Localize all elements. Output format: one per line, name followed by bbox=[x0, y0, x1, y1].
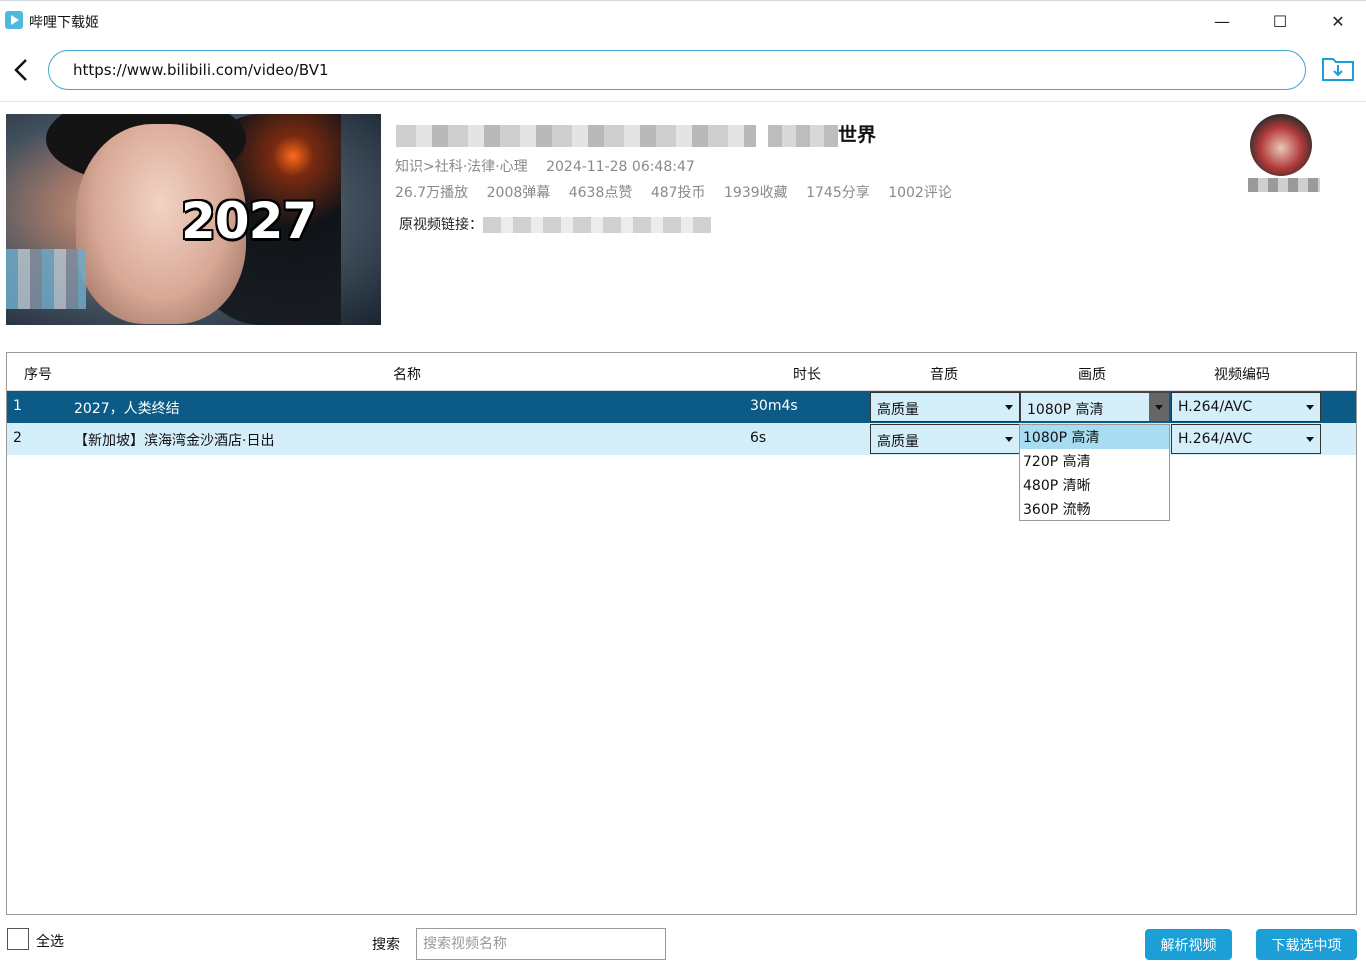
chevron-down-icon bbox=[1306, 405, 1314, 410]
video-quality-select[interactable]: 1080P 高清 bbox=[1020, 392, 1170, 422]
window-title: 哔哩下载姬 bbox=[29, 15, 99, 31]
minimize-button[interactable]: — bbox=[1204, 7, 1240, 35]
table-row[interactable]: 1 2027，人类终结 30m4s 高质量 1080P 高清 H.264/AVC bbox=[7, 391, 1356, 423]
video-quality-dropdown: 1080P 高清 720P 高清 480P 清晰 360P 流畅 bbox=[1019, 424, 1170, 521]
close-button[interactable]: ✕ bbox=[1320, 7, 1356, 35]
chevron-down-icon bbox=[1005, 437, 1013, 442]
row-index: 1 bbox=[13, 398, 22, 414]
video-thumbnail: 2027 bbox=[6, 114, 381, 325]
stat-comments: 1002评论 bbox=[888, 185, 952, 201]
quality-option-360p[interactable]: 360P 流畅 bbox=[1020, 497, 1169, 521]
header-index[interactable]: 序号 bbox=[24, 364, 52, 384]
app-logo-icon bbox=[5, 11, 23, 29]
source-link-url[interactable] bbox=[483, 217, 711, 233]
header-audio-quality[interactable]: 音质 bbox=[930, 364, 958, 384]
quality-option-720p[interactable]: 720P 高清 bbox=[1020, 449, 1169, 473]
audio-quality-select[interactable]: 高质量 bbox=[870, 392, 1020, 422]
search-label: 搜索 bbox=[372, 937, 400, 953]
row-name: 【新加坡】滨海湾金沙酒店·日出 bbox=[74, 433, 275, 449]
url-bar bbox=[0, 44, 1366, 102]
back-arrow-icon[interactable] bbox=[10, 56, 34, 84]
video-stats: 26.7万播放 2008弹幕 4638点赞 487投币 1939收藏 1745分… bbox=[395, 182, 966, 202]
download-selected-button[interactable]: 下载选中项 bbox=[1256, 929, 1357, 960]
codec-select[interactable]: H.264/AVC bbox=[1171, 424, 1321, 454]
footer-bar: 全选 搜索 解析视频 下载选中项 bbox=[0, 920, 1366, 965]
stat-danmaku: 2008弹幕 bbox=[486, 185, 551, 201]
chevron-down-icon bbox=[1306, 437, 1314, 442]
codec-select[interactable]: H.264/AVC bbox=[1171, 392, 1321, 422]
uploader-avatar[interactable] bbox=[1250, 114, 1312, 176]
video-title: 世界 bbox=[396, 120, 876, 147]
select-all-label[interactable]: 全选 bbox=[36, 931, 64, 951]
quality-option-480p[interactable]: 480P 清晰 bbox=[1020, 473, 1169, 497]
header-video-quality[interactable]: 画质 bbox=[1078, 364, 1106, 384]
header-codec[interactable]: 视频编码 bbox=[1214, 364, 1270, 384]
chevron-down-icon bbox=[1005, 405, 1013, 410]
video-category: 知识>社科·法律·心理 bbox=[395, 159, 528, 175]
download-folder-icon[interactable] bbox=[1321, 53, 1355, 83]
header-duration[interactable]: 时长 bbox=[793, 364, 821, 384]
uploader-name[interactable] bbox=[1248, 178, 1320, 192]
parse-video-button[interactable]: 解析视频 bbox=[1145, 929, 1232, 960]
chevron-down-icon[interactable] bbox=[1149, 393, 1169, 421]
stat-coins: 487投币 bbox=[650, 185, 706, 201]
header-name[interactable]: 名称 bbox=[393, 364, 421, 384]
video-publish-time: 2024-11-28 06:48:47 bbox=[546, 159, 695, 175]
stat-likes: 4638点赞 bbox=[568, 185, 633, 201]
url-input[interactable] bbox=[48, 50, 1306, 90]
audio-quality-select[interactable]: 高质量 bbox=[870, 424, 1020, 454]
row-duration: 6s bbox=[750, 430, 767, 446]
row-index: 2 bbox=[13, 430, 22, 446]
search-input[interactable] bbox=[416, 928, 666, 960]
stat-views: 26.7万播放 bbox=[395, 185, 469, 201]
maximize-button[interactable]: ☐ bbox=[1262, 7, 1298, 35]
quality-option-1080p[interactable]: 1080P 高清 bbox=[1020, 425, 1169, 449]
stat-shares: 1745分享 bbox=[806, 185, 870, 201]
row-duration: 30m4s bbox=[750, 398, 798, 414]
table-header: 序号 名称 时长 音质 画质 视频编码 bbox=[7, 353, 1356, 391]
select-all-checkbox[interactable] bbox=[7, 928, 29, 950]
source-link: 原视频链接： bbox=[399, 214, 711, 234]
row-name: 2027，人类终结 bbox=[74, 401, 180, 417]
source-link-label: 原视频链接： bbox=[399, 217, 483, 233]
video-category-line: 知识>社科·法律·心理 2024-11-28 06:48:47 bbox=[395, 156, 709, 176]
title-bar: 哔哩下载姬 — ☐ ✕ bbox=[0, 0, 1366, 40]
thumbnail-caption: 2027 bbox=[181, 192, 317, 250]
stat-favorites: 1939收藏 bbox=[724, 185, 788, 201]
